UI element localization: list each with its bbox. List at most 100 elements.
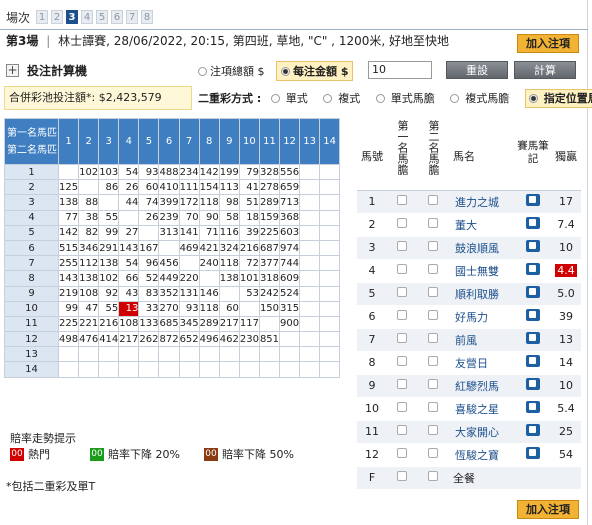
race-tab-1[interactable]: 1: [36, 10, 49, 24]
odds-cell[interactable]: 51: [238, 194, 260, 211]
odds-cell[interactable]: 71: [198, 224, 220, 241]
odds-cell[interactable]: 43: [118, 285, 140, 302]
odds-cell[interactable]: 125: [57, 179, 80, 196]
odds-cell[interactable]: 154: [198, 179, 220, 196]
odds-cell[interactable]: 39: [238, 224, 260, 241]
odds-cell[interactable]: 143: [57, 270, 80, 287]
odds-cell[interactable]: 476: [78, 331, 100, 348]
odds-cell[interactable]: 108: [78, 285, 100, 302]
odds-cell[interactable]: 872: [158, 331, 180, 348]
first-banker-checkbox[interactable]: [387, 236, 417, 260]
odds-cell[interactable]: [98, 346, 120, 363]
odds-cell[interactable]: 687: [258, 239, 281, 257]
odds-cell[interactable]: [98, 194, 120, 211]
odds-cell[interactable]: 47: [78, 300, 100, 317]
horse-name-link[interactable]: 喜駿之星: [449, 397, 515, 421]
odds-cell[interactable]: 315: [279, 300, 301, 317]
odds-cell[interactable]: 220: [178, 270, 200, 287]
odds-cell[interactable]: 239: [158, 209, 180, 226]
mode-option-single-banker[interactable]: 單式馬膽: [375, 92, 441, 105]
odds-cell[interactable]: 26: [118, 179, 140, 196]
notebook-icon[interactable]: [515, 259, 551, 283]
odds-cell[interactable]: 72: [238, 255, 260, 272]
odds-cell[interactable]: 414: [98, 331, 120, 348]
odds-cell[interactable]: [98, 361, 120, 378]
notebook-icon[interactable]: [515, 213, 551, 237]
odds-cell[interactable]: 230: [238, 331, 260, 348]
odds-cell[interactable]: 18: [238, 209, 260, 226]
odds-cell[interactable]: 118: [198, 300, 220, 317]
first-banker-checkbox[interactable]: [387, 397, 417, 421]
odds-cell[interactable]: 496: [198, 331, 220, 348]
odds-cell[interactable]: 77: [57, 209, 80, 226]
odds-cell[interactable]: [299, 179, 321, 196]
odds-cell[interactable]: 118: [198, 194, 220, 211]
odds-cell[interactable]: 603: [279, 224, 301, 241]
odds-cell[interactable]: [138, 361, 160, 378]
horse-name-link[interactable]: 大家開心: [449, 420, 515, 444]
odds-cell[interactable]: [299, 315, 321, 333]
race-tab-2[interactable]: 2: [51, 10, 64, 24]
odds-cell[interactable]: [178, 361, 200, 378]
odds-cell[interactable]: [319, 270, 341, 287]
odds-cell[interactable]: 108: [118, 315, 140, 333]
odds-cell[interactable]: [319, 331, 341, 348]
odds-cell[interactable]: 221: [78, 315, 100, 333]
race-tab-5[interactable]: 5: [96, 10, 109, 24]
field-first-checkbox[interactable]: [387, 466, 417, 490]
odds-cell[interactable]: [198, 346, 220, 363]
odds-cell[interactable]: 52: [138, 270, 160, 287]
odds-cell[interactable]: 421: [198, 239, 220, 257]
radio-selected-icon[interactable]: [281, 67, 290, 76]
expand-icon[interactable]: +: [6, 63, 19, 77]
horse-name-link[interactable]: 好馬力: [449, 305, 515, 329]
odds-cell[interactable]: 103: [98, 163, 120, 181]
odds-cell[interactable]: 219: [57, 285, 80, 302]
second-banker-checkbox[interactable]: [417, 190, 449, 214]
odds-cell[interactable]: 685: [158, 315, 180, 333]
odds-cell[interactable]: 217: [218, 315, 240, 333]
horse-name-link[interactable]: 紅驂烈馬: [449, 374, 515, 398]
odds-cell[interactable]: [299, 346, 321, 363]
odds-cell[interactable]: [138, 346, 160, 363]
odds-cell[interactable]: 93: [138, 163, 160, 181]
field-second-checkbox[interactable]: [417, 466, 449, 490]
notebook-icon[interactable]: [515, 328, 551, 352]
second-banker-checkbox[interactable]: [417, 328, 449, 352]
odds-cell[interactable]: 133: [138, 315, 160, 333]
odds-cell[interactable]: 138: [78, 270, 100, 287]
odds-cell[interactable]: 143: [118, 239, 140, 257]
race-tab-3[interactable]: 3: [66, 10, 79, 24]
odds-cell[interactable]: 116: [218, 224, 240, 241]
odds-cell[interactable]: 58: [218, 209, 240, 226]
odds-cell[interactable]: 88: [78, 194, 100, 211]
odds-cell[interactable]: 82: [78, 224, 100, 241]
odds-cell[interactable]: 141: [178, 224, 200, 241]
odds-cell[interactable]: [78, 179, 100, 196]
odds-cell[interactable]: [299, 285, 321, 302]
odds-cell[interactable]: 410: [158, 179, 180, 196]
mode-option-single[interactable]: 單式: [270, 92, 314, 105]
odds-cell[interactable]: 216: [98, 315, 120, 333]
odds-cell[interactable]: [198, 270, 220, 287]
horse-name-link[interactable]: 前風: [449, 328, 515, 352]
odds-cell[interactable]: 974: [279, 239, 301, 257]
odds-cell[interactable]: [319, 163, 341, 181]
first-banker-checkbox[interactable]: [387, 443, 417, 467]
notebook-icon[interactable]: [515, 443, 551, 467]
odds-cell[interactable]: 172: [178, 194, 200, 211]
odds-cell[interactable]: 609: [279, 270, 301, 287]
second-banker-checkbox[interactable]: [417, 443, 449, 467]
notebook-icon[interactable]: [515, 351, 551, 375]
odds-cell[interactable]: 33: [138, 300, 160, 317]
odds-cell[interactable]: [299, 163, 321, 181]
horse-name-link[interactable]: 進力之城: [449, 190, 515, 214]
odds-cell[interactable]: [299, 224, 321, 241]
notebook-icon[interactable]: [515, 282, 551, 306]
first-banker-checkbox[interactable]: [387, 259, 417, 283]
calculate-button[interactable]: 計算: [514, 61, 576, 79]
odds-cell[interactable]: 99: [57, 300, 80, 317]
odds-cell[interactable]: 118: [218, 255, 240, 272]
odds-cell[interactable]: 66: [118, 270, 140, 287]
odds-cell[interactable]: 131: [178, 285, 200, 302]
